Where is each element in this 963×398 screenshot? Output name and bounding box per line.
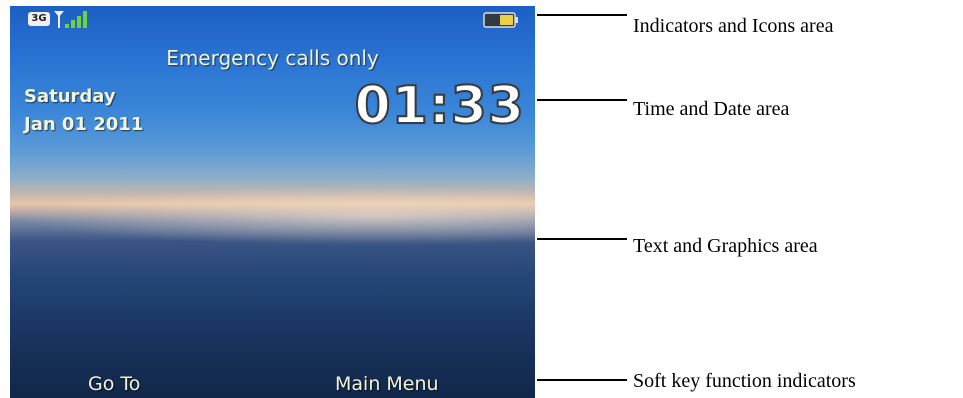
callout-line-text-graphics [537, 238, 627, 240]
callout-indicators-and-icons: Indicators and Icons area [633, 15, 834, 37]
callout-line-time-date [537, 99, 627, 101]
softkey-go-to[interactable]: Go To [88, 373, 140, 395]
signal-strength-icon [54, 11, 87, 28]
network-3g-icon: 3G [28, 12, 50, 26]
callout-time-and-date: Time and Date area [633, 98, 790, 120]
callout-line-softkeys [537, 379, 627, 381]
softkey-main-menu[interactable]: Main Menu [335, 373, 439, 395]
callout-text-and-graphics: Text and Graphics area [633, 235, 818, 257]
network-status-message: Emergency calls only [166, 46, 379, 70]
current-date: Jan 01 2011 [24, 114, 144, 135]
horizon-glow [10, 186, 535, 246]
phone-screen: 3G Emergency calls only Saturday Jan 01 … [10, 6, 535, 398]
clock-time: 01:33 [353, 75, 525, 137]
callout-soft-key-indicators: Soft key function indicators [633, 370, 856, 392]
callout-line-indicators [537, 14, 627, 16]
day-of-week: Saturday [24, 86, 116, 107]
battery-icon [483, 12, 518, 28]
indicators-and-icons-area: 3G [10, 6, 535, 32]
